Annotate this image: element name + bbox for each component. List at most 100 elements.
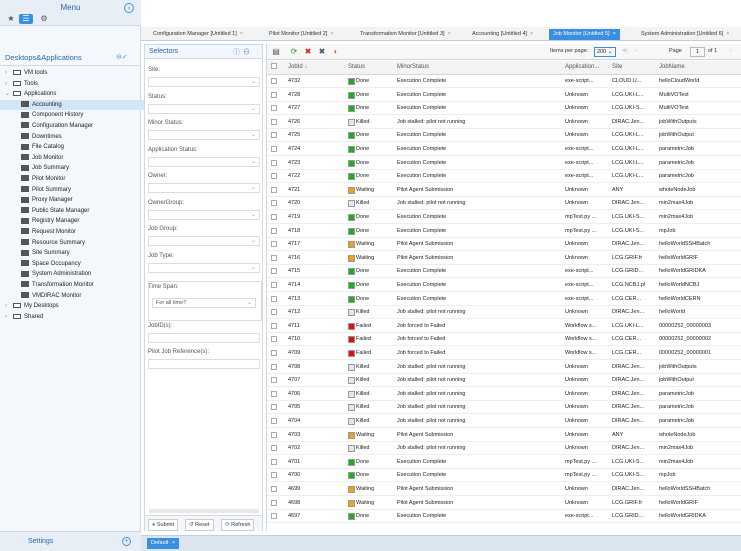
- row-checkbox[interactable]: [271, 499, 277, 506]
- table-row[interactable]: 4701 Done Execution Complete mpTest.py ... L…: [267, 457, 741, 469]
- table-row[interactable]: 4708 Killed Job stalled: pilot not running…: [267, 362, 741, 374]
- row-checkbox[interactable]: [271, 486, 277, 492]
- table-row[interactable]: 4714 Done Execution Complete exe-script... L…: [267, 280, 741, 292]
- row-checkbox[interactable]: [271, 186, 277, 193]
- tree-item[interactable]: Transformation Monitor: [0, 280, 162, 290]
- table-row[interactable]: 4707 Killed Job stalled: pilot not running…: [267, 375, 741, 388]
- timespan-select[interactable]: For all time? ⌄: [152, 298, 256, 308]
- expand-icon[interactable]: ›: [5, 312, 11, 322]
- selector-combo[interactable]: ⌄: [148, 183, 260, 193]
- row-checkbox[interactable]: [271, 227, 277, 234]
- row-checkbox[interactable]: [271, 363, 277, 370]
- row-checkbox[interactable]: [271, 472, 277, 479]
- row-checkbox[interactable]: [271, 513, 277, 520]
- close-icon[interactable]: ×: [530, 31, 533, 37]
- table-row[interactable]: 4713 Done Execution Complete exe-script... L…: [267, 294, 741, 306]
- chevron-down-icon[interactable]: ⌄: [251, 184, 256, 193]
- table-row[interactable]: 4697 Done Execution Complete exe-script... L…: [267, 511, 741, 524]
- col-jobid[interactable]: JobId ↓: [288, 64, 307, 70]
- tree-item[interactable]: Site Summary: [0, 248, 162, 258]
- selector-combo[interactable]: ⌄: [148, 262, 260, 273]
- row-checkbox[interactable]: [271, 254, 277, 261]
- tree-item[interactable]: Component History: [0, 110, 162, 120]
- selector-combo[interactable]: ⌄: [148, 77, 260, 87]
- arrow-left-circle-icon[interactable]: ‹: [124, 3, 134, 13]
- table-row[interactable]: 4723 Done Execution Complete exe-script... L…: [267, 158, 741, 170]
- gear-icon[interactable]: ⚙: [37, 14, 51, 24]
- pin-icon[interactable]: ★: [4, 14, 18, 24]
- table-row[interactable]: 4705 Killed Job stalled: pilot not running…: [267, 402, 741, 415]
- settings-bar[interactable]: Settings +: [0, 531, 141, 551]
- row-checkbox[interactable]: [271, 105, 277, 112]
- table-row[interactable]: 4720 Killed Job stalled: pilot not running…: [267, 198, 741, 211]
- tree-item[interactable]: ⌄ Applications: [0, 89, 146, 99]
- row-checkbox[interactable]: [271, 458, 277, 465]
- col-status[interactable]: Status: [348, 64, 365, 70]
- tab-item[interactable]: Pilot Monitor [Untitled 2] ×: [265, 29, 338, 40]
- items-per-page-select[interactable]: 200 ⌄: [594, 47, 616, 57]
- table-row[interactable]: 4715 Done Execution Complete exe-script... L…: [267, 266, 741, 279]
- tab-item[interactable]: System Administration [Untitled 6] ×: [637, 29, 733, 40]
- tree-item[interactable]: Job Summary: [0, 163, 162, 173]
- row-checkbox[interactable]: [271, 322, 277, 329]
- table-row[interactable]: 4710 Failed Job forced to Failed Workflow s…: [267, 334, 741, 347]
- row-checkbox[interactable]: [271, 241, 277, 248]
- row-checkbox[interactable]: [271, 268, 277, 275]
- submit-button[interactable]: ● Submit: [148, 519, 178, 531]
- table-row[interactable]: 4732 Done Execution Complete exe-script... C…: [267, 76, 741, 88]
- selector-combo[interactable]: ⌄: [148, 130, 260, 140]
- row-checkbox[interactable]: [271, 214, 277, 220]
- list-icon[interactable]: ☰: [19, 14, 33, 24]
- table-row[interactable]: 4712 Killed Job stalled: pilot not running…: [267, 307, 741, 320]
- reset-button[interactable]: ↺ Reset: [185, 519, 214, 531]
- plus-icon[interactable]: +: [122, 537, 131, 546]
- chevron-down-icon[interactable]: ⌄: [251, 211, 256, 220]
- row-checkbox[interactable]: [271, 91, 277, 98]
- row-checkbox[interactable]: [271, 118, 277, 125]
- tree-item[interactable]: Request Monitor: [0, 227, 162, 237]
- select-icon[interactable]: ▤: [271, 47, 281, 57]
- row-checkbox[interactable]: [271, 445, 277, 452]
- table-row[interactable]: 4709 Failed Job forced to Failed Workflow s…: [267, 348, 741, 360]
- table-row[interactable]: 4700 Done Execution Complete mpTest.py ... L…: [267, 470, 741, 483]
- table-row[interactable]: 4728 Done Execution Complete Unknown LCG.UKI…: [267, 90, 741, 102]
- expand-icon[interactable]: ›: [5, 68, 11, 78]
- select-all-checkbox[interactable]: [271, 63, 277, 69]
- selectors-actions[interactable]: ⓘ⊖: [233, 47, 253, 57]
- row-checkbox[interactable]: [271, 159, 277, 166]
- chevron-down-icon[interactable]: ⌄: [251, 158, 256, 167]
- row-checkbox[interactable]: [271, 132, 277, 139]
- tree-item[interactable]: File Catalog: [0, 142, 162, 152]
- row-checkbox[interactable]: [271, 200, 277, 207]
- table-row[interactable]: 4719 Done Execution Complete mpTest.py ... L…: [267, 212, 741, 224]
- tree-item[interactable]: VMDIRAC Monitor: [0, 291, 162, 301]
- desktops-actions[interactable]: ⊖✓: [116, 53, 128, 61]
- chevron-down-icon[interactable]: ⌄: [251, 264, 256, 273]
- kill-icon[interactable]: ✖: [303, 47, 313, 57]
- table-row[interactable]: 4718 Done Execution Complete mpTest.py ... L…: [267, 226, 741, 238]
- row-checkbox[interactable]: [271, 336, 277, 343]
- close-icon[interactable]: ×: [613, 31, 616, 37]
- col-site[interactable]: Site: [612, 64, 622, 70]
- selector-combo[interactable]: ⌄: [148, 156, 260, 167]
- selector-combo[interactable]: ⌄: [148, 236, 260, 246]
- tree-item[interactable]: › VM tools: [0, 68, 146, 78]
- expand-icon[interactable]: ›: [5, 301, 11, 311]
- table-row[interactable]: 4703 Waiting Pilot Agent Submission Unknown…: [267, 430, 741, 442]
- table-row[interactable]: 4722 Done Execution Complete exe-script... L…: [267, 171, 741, 184]
- tree-item[interactable]: › Shared: [0, 312, 146, 322]
- prev-page-icon[interactable]: ‹: [635, 48, 637, 54]
- row-checkbox[interactable]: [271, 418, 277, 424]
- tree-item[interactable]: Public State Manager: [0, 206, 162, 216]
- row-checkbox[interactable]: [271, 78, 277, 84]
- tab-item[interactable]: Job Monitor [Untitled 5] ×: [549, 29, 620, 40]
- horizontal-scrollbar[interactable]: [149, 509, 259, 513]
- table-row[interactable]: 4711 Failed Job forced to Failed Workflow s…: [267, 321, 741, 333]
- row-checkbox[interactable]: [271, 309, 277, 316]
- table-row[interactable]: 4716 Waiting Pilot Agent Submission Unknown…: [267, 253, 741, 265]
- col-jobname[interactable]: JobName: [659, 64, 685, 70]
- col-application[interactable]: Application...: [565, 64, 599, 70]
- chevron-down-icon[interactable]: ⌄: [251, 237, 256, 246]
- tab-default[interactable]: Default ×: [147, 538, 180, 549]
- row-checkbox[interactable]: [271, 390, 277, 397]
